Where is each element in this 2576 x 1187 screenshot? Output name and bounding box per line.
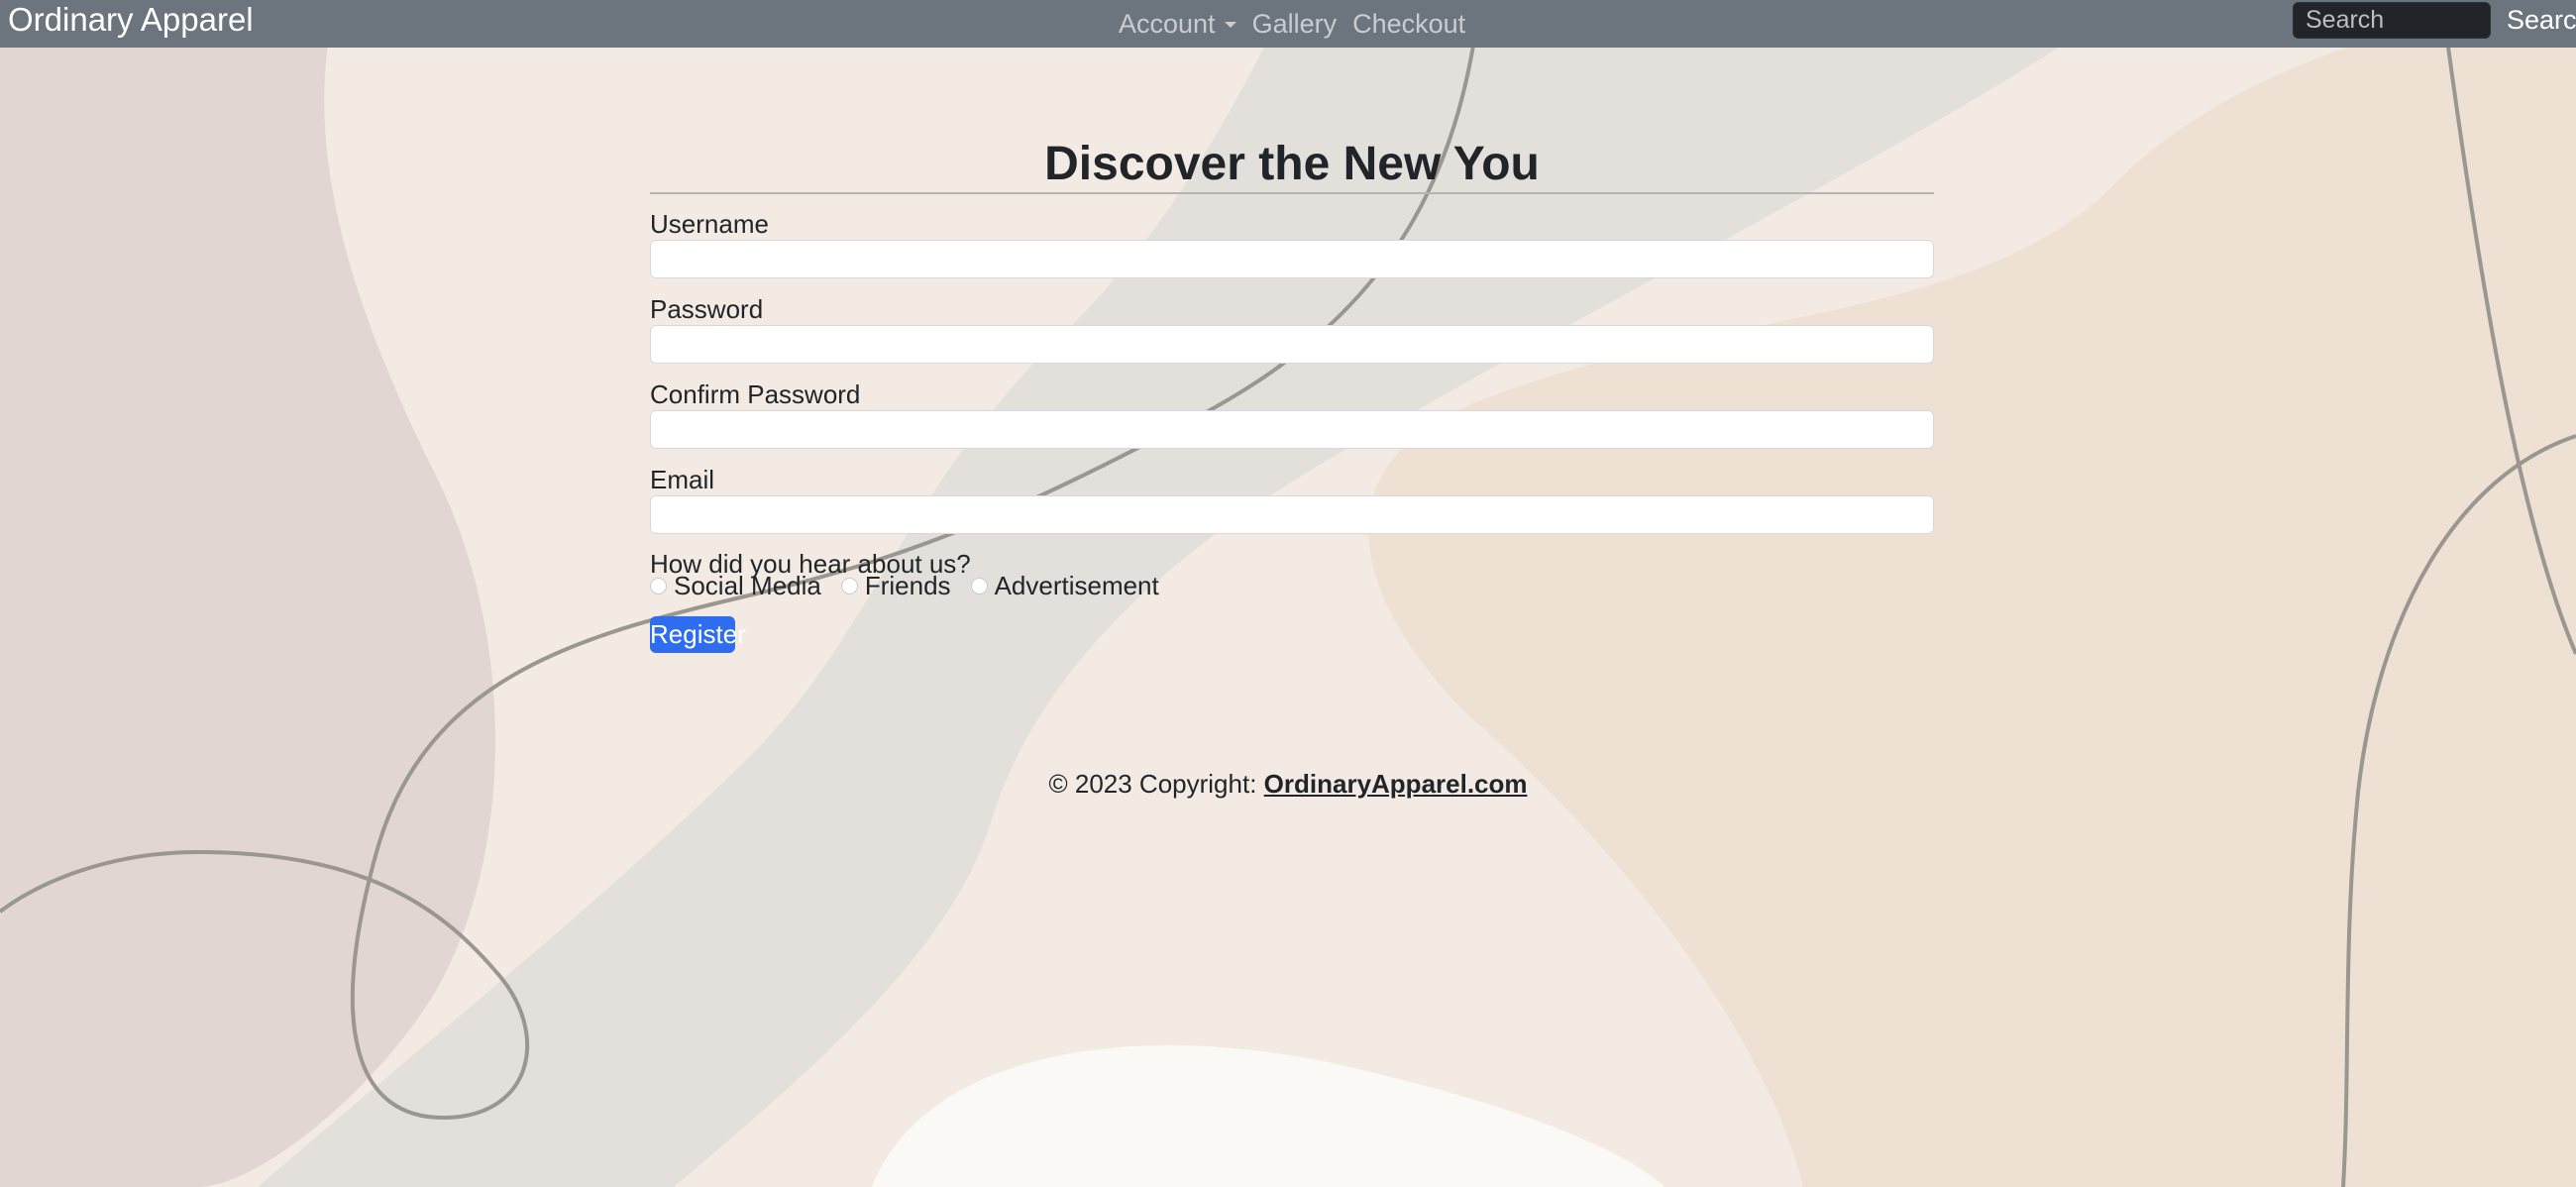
title-divider: [650, 192, 1934, 194]
radio-label-social-media[interactable]: Social Media: [674, 571, 821, 601]
radio-friends[interactable]: [840, 577, 858, 594]
radio-label-advertisement[interactable]: Advertisement: [995, 571, 1159, 601]
radio-label-friends[interactable]: Friends: [865, 571, 951, 601]
password-field[interactable]: [650, 325, 1934, 364]
nav-gallery-link[interactable]: Gallery: [1252, 9, 1338, 40]
footer-site-link[interactable]: OrdinaryApparel.com: [1264, 769, 1528, 799]
email-field[interactable]: [650, 495, 1934, 534]
search-button[interactable]: Search: [2507, 0, 2576, 40]
chevron-down-icon: [1224, 22, 1236, 28]
copyright-text: © 2023 Copyright:: [1048, 769, 1264, 799]
confirm-password-field[interactable]: [650, 410, 1934, 449]
radio-social-media[interactable]: [650, 577, 667, 594]
brand-logo[interactable]: Ordinary Apparel: [8, 0, 254, 48]
register-button[interactable]: Register: [650, 616, 746, 653]
username-label: Username: [650, 209, 769, 239]
referral-options: Social Media Friends Advertisement: [650, 571, 1179, 601]
page-title: Discover the New You: [1044, 138, 1540, 190]
radio-advertisement[interactable]: [970, 577, 988, 594]
nav-links: Account Gallery Checkout: [1119, 0, 1481, 48]
email-label: Email: [650, 465, 715, 494]
nav-checkout-link[interactable]: Checkout: [1352, 9, 1465, 40]
search-input[interactable]: [2293, 2, 2491, 39]
footer: © 2023 Copyright: OrdinaryApparel.com: [0, 769, 2576, 800]
top-navbar: Ordinary Apparel Account Gallery Checkou…: [0, 0, 2576, 48]
confirm-password-label: Confirm Password: [650, 379, 861, 409]
nav-account-label: Account: [1119, 8, 1216, 39]
password-label: Password: [650, 294, 764, 324]
nav-account-dropdown[interactable]: Account: [1119, 9, 1236, 40]
username-field[interactable]: [650, 240, 1934, 278]
